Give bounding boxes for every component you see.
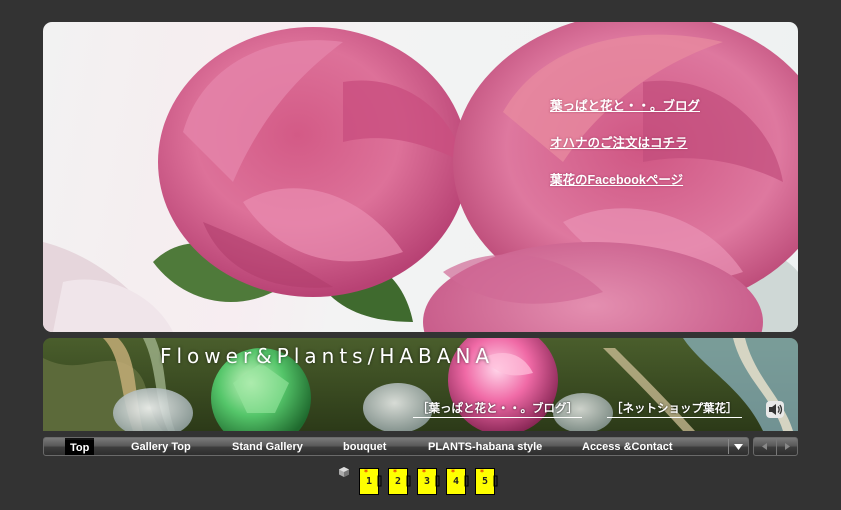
nav-item-access-contact[interactable]: Access &Contact <box>582 438 672 455</box>
banner-blog-link[interactable]: ［葉っぱと花と・・。ブログ］ <box>413 400 582 418</box>
page-3-label: 3 <box>423 476 431 487</box>
page-4-label: 4 <box>452 476 460 487</box>
order-link[interactable]: オハナのご注文はコチラ <box>550 135 700 152</box>
arrow-left-icon[interactable] <box>754 438 775 455</box>
blog-link[interactable]: 葉っぱと花と・・。ブログ <box>550 98 700 115</box>
site-title: Flower&Plants/HABANA <box>160 344 495 368</box>
banner-shop-link[interactable]: ［ネットショップ葉花］ <box>607 400 742 418</box>
cube-icon <box>339 467 349 477</box>
page-selector: * 1 * 2 * 3 * 4 * 5 <box>338 465 508 497</box>
page-4-button[interactable]: * 4 <box>446 468 469 495</box>
arrow-right-icon[interactable] <box>776 438 798 455</box>
nav-item-top[interactable]: Top <box>65 438 95 455</box>
page-1-button[interactable]: * 1 <box>359 468 382 495</box>
page-1-label: 1 <box>365 476 373 487</box>
hero-link-list: 葉っぱと花と・・。ブログ オハナのご注文はコチラ 葉花のFacebookページ <box>550 98 700 209</box>
facebook-link[interactable]: 葉花のFacebookページ <box>550 172 700 189</box>
page-2-button[interactable]: * 2 <box>388 468 411 495</box>
main-nav: Top Gallery Top Stand Gallery bouquet PL… <box>43 437 749 456</box>
page-2-label: 2 <box>394 476 402 487</box>
header-banner: Flower&Plants/HABANA ［葉っぱと花と・・。ブログ］ ［ネット… <box>43 338 798 431</box>
nav-item-bouquet[interactable]: bouquet <box>343 438 386 455</box>
triangle-down-icon[interactable] <box>728 439 748 454</box>
nav-item-stand-gallery[interactable]: Stand Gallery <box>232 438 303 455</box>
hero-image: 葉っぱと花と・・。ブログ オハナのご注文はコチラ 葉花のFacebookページ <box>43 22 798 332</box>
speaker-icon[interactable] <box>766 401 784 418</box>
page-3-button[interactable]: * 3 <box>417 468 440 495</box>
nav-item-plants[interactable]: PLANTS-habana style <box>428 438 542 455</box>
nav-arrows <box>753 437 798 456</box>
nav-item-gallery-top[interactable]: Gallery Top <box>131 438 191 455</box>
page-5-button[interactable]: * 5 <box>475 468 498 495</box>
page-5-label: 5 <box>481 476 489 487</box>
